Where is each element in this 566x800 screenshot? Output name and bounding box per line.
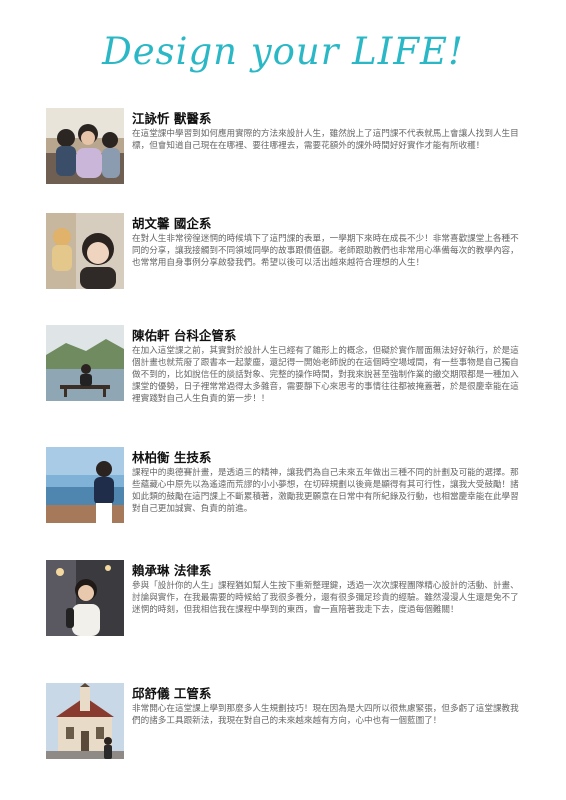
testimonial-entry: 邱舒儀 工管系 非常開心在這堂課上學到那麼多人生規劃技巧！現在因為是大四所以很焦…: [46, 683, 526, 773]
student-name: 陳佑軒 台科企管系: [132, 328, 237, 343]
testimonial-text: 在加入這堂課之前，其實對於設計人生已經有了雛形上的概念，但礙於實作層面無法好好執…: [132, 346, 519, 404]
student-photo: [46, 560, 124, 636]
testimonial-text: 在對人生非常徬徨迷惘的時候填下了這門課的表單，一學期下來時在成長不少！非常喜歡課…: [132, 234, 519, 268]
testimonial-entry: 江詠忻 獸醫系 在這堂課中學習到如何應用實際的方法來設計人生，雖然說上了這門課不…: [46, 108, 526, 198]
testimonial-entry: 胡文馨 國企系 在對人生非常徬徨迷惘的時候填下了這門課的表單，一學期下來時在成長…: [46, 213, 526, 303]
testimonial-entry: 賴承琳 法律系 參與「設計你的人生」課程猶如幫人生按下重新整理鍵，透過一次次課程…: [46, 560, 526, 650]
student-name: 邱舒儀 工管系: [132, 686, 212, 701]
student-photo: [46, 108, 124, 184]
student-name: 林柏衡 生技系: [132, 450, 212, 465]
student-name: 賴承琳 法律系: [132, 563, 212, 578]
document-page: Design your LIFE! 江詠忻 獸醫系 在這堂課中學習到如何應用實際…: [0, 0, 566, 800]
testimonial-text: 參與「設計你的人生」課程猶如幫人生按下重新整理鍵，透過一次次課程團隊精心設計的活…: [132, 581, 519, 615]
testimonial-entry: 陳佑軒 台科企管系 在加入這堂課之前，其實對於設計人生已經有了雛形上的概念，但礙…: [46, 325, 526, 415]
testimonial-text: 非常開心在這堂課上學到那麼多人生規劃技巧！現在因為是大四所以很焦慮緊張，但多虧了…: [132, 704, 519, 726]
testimonial-text: 在這堂課中學習到如何應用實際的方法來設計人生，雖然說上了這門課不代表就馬上會讓人…: [132, 129, 519, 151]
student-photo: [46, 213, 124, 289]
student-name: 江詠忻 獸醫系: [132, 111, 212, 126]
student-photo: [46, 447, 124, 523]
testimonial-text: 課程中的奧德賽計畫，是透過三的精神，讓我們為自己未來五年做出三種不同的計劃及可能…: [132, 468, 519, 514]
student-photo: [46, 325, 124, 401]
student-name: 胡文馨 國企系: [132, 216, 212, 231]
testimonial-entry: 林柏衡 生技系 課程中的奧德賽計畫，是透過三的精神，讓我們為自己未來五年做出三種…: [46, 447, 526, 537]
student-photo: [46, 683, 124, 759]
page-title: Design your LIFE!: [102, 30, 464, 73]
